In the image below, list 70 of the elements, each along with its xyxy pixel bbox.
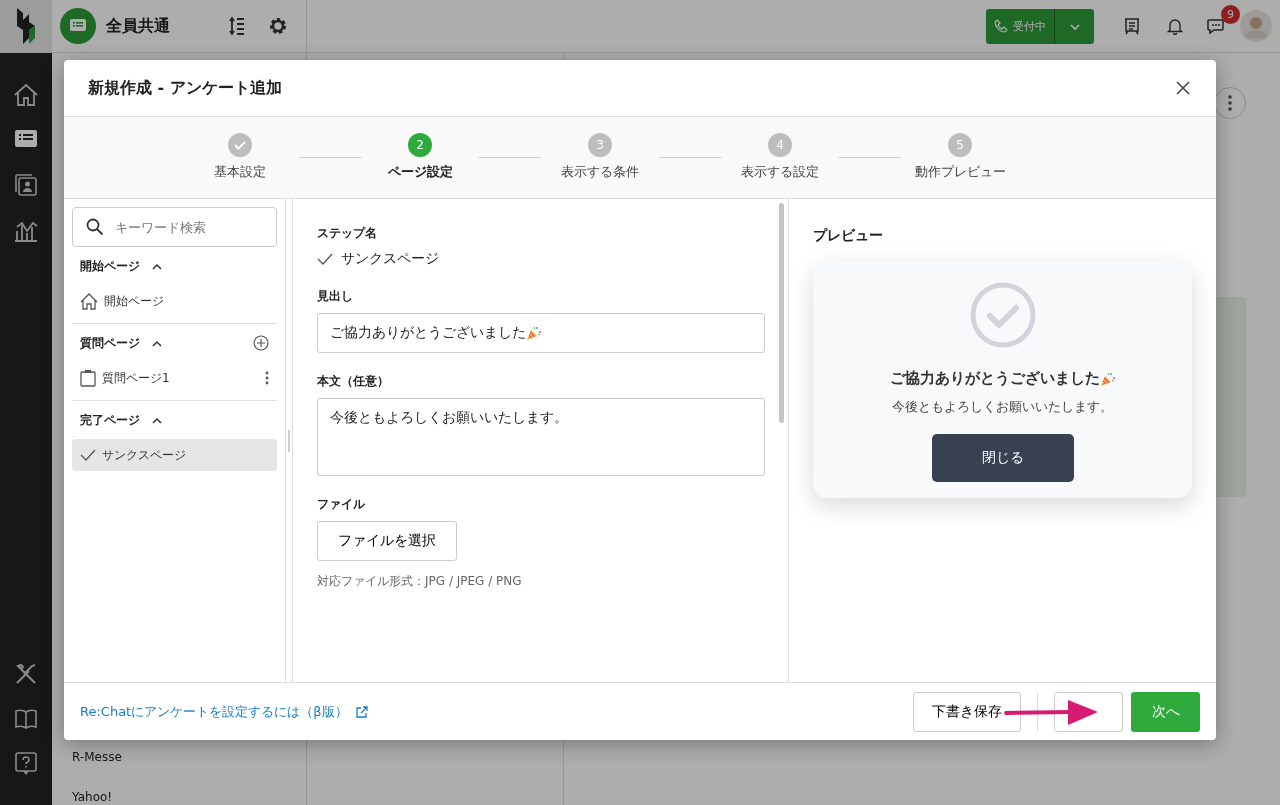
bell-icon[interactable] xyxy=(1167,17,1183,35)
list-item[interactable]: R-Messe xyxy=(72,750,306,764)
page-item[interactable]: 質問ページ1 xyxy=(72,362,277,394)
workspace-avatar-icon xyxy=(60,8,96,44)
clipboard-icon xyxy=(80,369,96,387)
check-circle-icon xyxy=(968,281,1037,349)
search-field[interactable]: キーワード検索 xyxy=(72,207,277,247)
party-popper-icon xyxy=(1099,370,1116,387)
chevron-icon[interactable] xyxy=(152,339,162,347)
check-icon xyxy=(80,449,96,461)
field-label: 見出し xyxy=(317,288,353,305)
chevron-down-icon xyxy=(1068,22,1081,31)
contacts-icon[interactable] xyxy=(14,173,38,197)
scrollbar[interactable] xyxy=(779,203,784,423)
field-label: 本文（任意） xyxy=(317,373,389,390)
phone-icon xyxy=(994,19,1008,33)
more-icon[interactable] xyxy=(265,371,269,385)
logo-icon xyxy=(15,8,37,44)
party-popper-icon xyxy=(526,325,542,341)
workspace-name: 全員共通 xyxy=(106,15,171,37)
field-label: ステップ名 xyxy=(317,225,377,242)
step-label[interactable]: 基本設定 xyxy=(214,163,266,181)
check-icon xyxy=(317,253,333,265)
step-label[interactable]: 表示する設定 xyxy=(741,163,819,181)
preview-title: プレビュー xyxy=(813,227,883,245)
draft-save-button[interactable]: 下書き保存 xyxy=(913,691,1021,732)
step-number: 2 xyxy=(408,133,432,157)
heading-field[interactable]: ご協力ありがとうございました xyxy=(317,313,765,353)
section-title: 開始ページ xyxy=(80,257,140,275)
close-button[interactable]: 閉じる xyxy=(931,434,1074,482)
notification-badge: 9 xyxy=(1221,5,1240,24)
step-label[interactable]: 表示する条件 xyxy=(561,163,639,181)
chart-icon[interactable] xyxy=(13,219,39,243)
preview-heading: ご協力ありがとうございました xyxy=(889,369,1100,388)
step-number: 5 xyxy=(948,133,972,157)
file-format-hint: 対応ファイル形式：JPG / JPEG / PNG xyxy=(317,573,522,590)
step-number: 3 xyxy=(588,133,612,157)
help-link[interactable]: Re:Chatにアンケートを設定するには（β版） xyxy=(80,702,348,721)
home-icon[interactable] xyxy=(13,83,39,107)
step-number: 4 xyxy=(768,133,792,157)
field-label: ファイル xyxy=(317,496,365,513)
dialog-title: 新規作成 - アンケート追加 xyxy=(88,77,282,99)
search-icon xyxy=(86,218,104,236)
tools-icon[interactable] xyxy=(14,662,38,686)
list-item[interactable]: Yahoo! xyxy=(72,790,306,804)
chevron-icon[interactable] xyxy=(152,416,162,424)
board-icon[interactable] xyxy=(1123,17,1141,35)
home-icon xyxy=(80,292,98,310)
section-title: 完了ページ xyxy=(80,411,140,429)
add-icon[interactable] xyxy=(253,335,269,351)
step-label[interactable]: ページ設定 xyxy=(387,163,453,181)
more-icon xyxy=(1228,95,1232,111)
external-link-icon xyxy=(355,705,368,718)
chevron-icon[interactable] xyxy=(152,262,162,270)
step-label[interactable]: 動作プレビュー xyxy=(914,163,1006,181)
body-field[interactable]: 今後ともよろしくお願いいたします。 xyxy=(317,398,765,476)
preview-body: 今後ともよろしくお願いいたします。 xyxy=(892,398,1113,416)
page-item[interactable]: サンクスページ xyxy=(72,439,277,471)
page-item[interactable]: 開始ページ xyxy=(72,285,277,317)
chat-icon[interactable] xyxy=(1206,17,1226,35)
section-title: 質問ページ xyxy=(80,334,140,352)
resize-handle[interactable] xyxy=(288,429,290,452)
settings-icon[interactable] xyxy=(268,16,288,36)
dropdown-button[interactable] xyxy=(1054,8,1094,44)
file-select-button[interactable]: ファイルを選択 xyxy=(317,521,457,561)
close-icon[interactable] xyxy=(1176,81,1190,95)
step-name-value: サンクスページ xyxy=(341,250,439,268)
sort-icon[interactable] xyxy=(228,16,246,36)
book-icon[interactable] xyxy=(14,708,38,730)
help-icon[interactable] xyxy=(15,752,37,776)
